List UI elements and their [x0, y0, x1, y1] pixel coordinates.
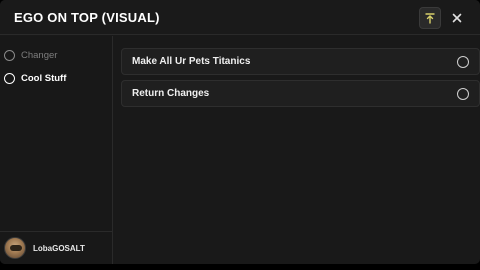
button-label: Make All Ur Pets Titanics: [132, 56, 251, 67]
tap-icon: [457, 55, 469, 68]
window-title: EGO ON TOP (VISUAL): [14, 10, 160, 25]
close-icon: [452, 13, 462, 23]
sidebar-item-label: Changer: [21, 49, 58, 61]
user-profile: LobaGOSALT: [0, 231, 113, 264]
sidebar-item-changer[interactable]: Changer: [4, 47, 57, 63]
screen-border: [0, 264, 480, 270]
sidebar-item-label: Cool Stuff: [21, 72, 67, 84]
make-pets-titanics-button[interactable]: Make All Ur Pets Titanics: [121, 48, 480, 75]
main-content: Make All Ur Pets Titanics Return Changes: [114, 36, 480, 264]
sidebar-item-cool-stuff[interactable]: Cool Stuff: [4, 70, 66, 86]
avatar: [4, 237, 26, 259]
tap-icon: [457, 87, 469, 100]
close-button[interactable]: [446, 7, 468, 29]
title-bar: EGO ON TOP (VISUAL): [0, 0, 480, 35]
username: LobaGOSALT: [33, 243, 85, 253]
ring-icon: [4, 49, 15, 61]
minimize-button[interactable]: [419, 7, 441, 29]
return-changes-button[interactable]: Return Changes: [121, 80, 480, 107]
button-label: Return Changes: [132, 88, 210, 99]
sidebar: Changer Cool Stuff LobaGOSALT: [0, 36, 113, 264]
ring-icon: [4, 72, 15, 84]
minimize-icon: [425, 13, 435, 24]
app-window: EGO ON TOP (VISUAL) Changer Cool Stuff L…: [0, 0, 480, 264]
